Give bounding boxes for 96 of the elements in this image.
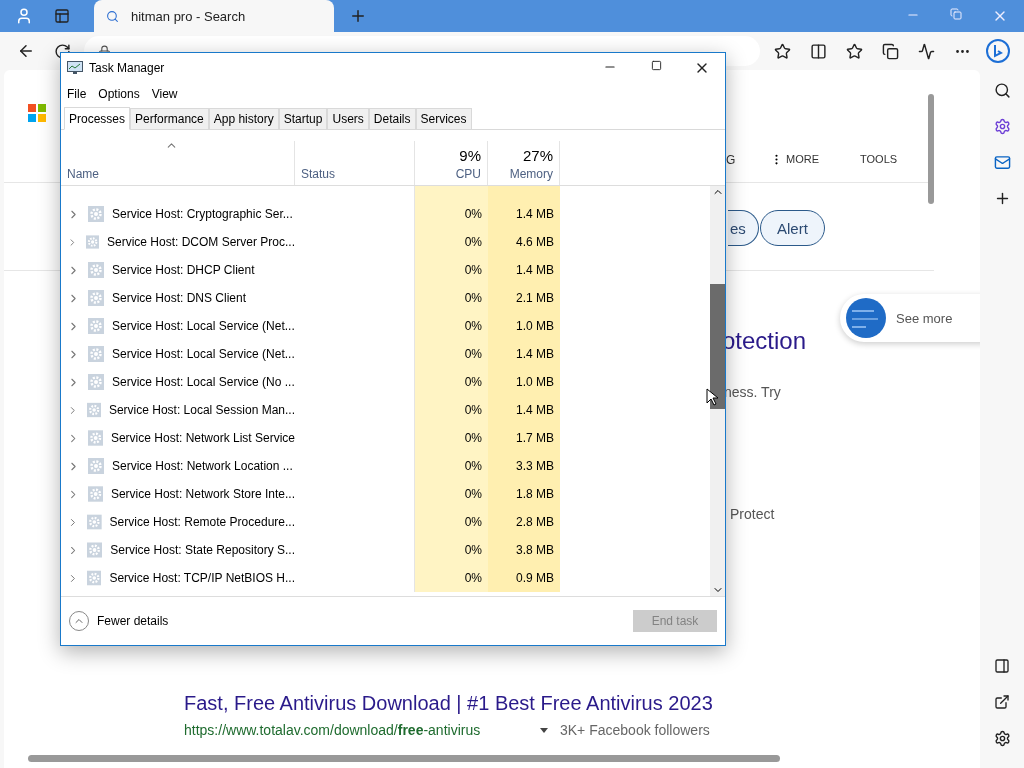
cpu-value: 0% [464,207,482,221]
process-name: Service Host: Remote Procedure... [109,515,295,529]
memory-value: 1.4 MB [516,207,554,221]
gear-icon [86,570,102,586]
process-name: Service Host: DCOM Server Proc... [106,235,295,249]
gear-icon [88,374,104,390]
cpu-value: 0% [464,543,482,557]
memory-value: 1.0 MB [516,319,554,333]
search-icon [106,9,119,23]
cpu-value: 0% [464,375,482,389]
column-header[interactable]: Status [301,167,336,181]
column-header[interactable]: Memory [509,167,553,181]
memory-value: 1.7 MB [516,431,554,445]
memory-value: 1.8 MB [516,487,554,501]
scrollbar[interactable] [928,94,934,204]
tab[interactable]: Details [368,108,416,129]
menu-item[interactable]: View [151,87,178,101]
snippet-text: Protect [730,506,775,522]
caret-icon[interactable] [540,728,548,734]
see-more-card[interactable]: See more [840,294,980,342]
cursor-icon [706,388,718,406]
result-title[interactable]: Fast, Free Antivirus Download | #1 Best Free Antivirus 2023 [184,692,713,715]
copilot-icon[interactable] [984,37,1012,65]
browser-tab[interactable]: hitman pro - Search [94,0,334,32]
tab[interactable]: App history [208,108,279,129]
nav-tab[interactable]: TOOLS [860,153,898,165]
gear-icon [87,542,103,558]
process-name: Service Host: DNS Client [112,291,247,305]
fewer-details-link[interactable]: Fewer details [69,611,169,631]
cpu-value: 0% [464,487,482,501]
memory-value: 1.0 MB [516,375,554,389]
cpu-value: 0% [464,431,482,445]
memory-value: 1.4 MB [516,403,554,417]
gear-icon [88,458,104,474]
menu-item[interactable]: Options [98,87,140,101]
gear-icon [87,430,103,446]
scrollbar-thumb[interactable] [710,283,725,409]
restore-icon[interactable] [950,8,962,20]
cpu-total: 9% [459,147,481,164]
gear-icon [88,262,104,278]
cpu-value: 0% [464,459,482,473]
memory-value: 3.3 MB [516,459,554,473]
menu-item[interactable]: File [67,87,87,101]
cpu-value: 0% [464,403,482,417]
gear-icon [87,486,103,502]
gear-icon [88,318,104,334]
gear-icon [88,206,104,222]
memory-total: 27% [522,147,553,164]
memory-value: 1.4 MB [516,263,554,277]
nav-tab[interactable]: G [726,153,736,167]
process-name: Service Host: Network List Service [110,431,295,445]
result-heading[interactable]: otection [722,327,807,355]
cpu-value: 0% [464,291,482,305]
process-name: Service Host: Local Session Man... [108,403,295,417]
cpu-value: 0% [464,515,482,529]
process-name: Service Host: Local Service (Net... [112,347,295,361]
process-name: Service Host: Local Service (Net... [112,319,295,333]
tab[interactable]: Users [327,108,369,129]
gear-icon [86,514,102,530]
result-url[interactable]: https://www.totalav.com/download/free-antivirus [184,722,481,738]
cpu-value: 0% [464,347,482,361]
cpu-value: 0% [464,235,482,249]
process-name: Service Host: Local Service (No ... [112,375,295,389]
process-name: Service Host: State Repository S... [110,543,295,557]
process-name: Service Host: TCP/IP NetBIOS H... [109,571,295,585]
memory-value: 2.1 MB [516,291,554,305]
process-name: Service Host: Network Location ... [112,459,293,473]
process-name: Service Host: Network Store Inte... [110,487,295,501]
gear-icon [85,234,99,250]
nav-tab[interactable]: MORE [786,153,819,165]
memory-value: 4.6 MB [516,235,554,249]
filter-chip[interactable]: Alert [760,210,825,246]
memory-value: 1.4 MB [516,347,554,361]
tab[interactable]: Services [415,108,472,129]
cpu-value: 0% [464,571,482,585]
cpu-value: 0% [464,319,482,333]
gear-icon [88,346,104,362]
memory-value: 3.8 MB [516,543,554,557]
memory-value: 2.8 MB [516,515,554,529]
scrollbar[interactable] [28,755,780,762]
followers-text: 3K+ Facebook followers [560,722,710,738]
tab[interactable]: Processes [64,107,131,130]
filter-chip[interactable]: es [728,210,759,246]
gear-icon [88,290,104,306]
logo-icon [28,104,46,122]
gear-icon [86,402,101,418]
process-name: Service Host: DHCP Client [112,263,255,277]
window-title: Task Manager [89,61,165,75]
tab[interactable]: Startup [278,108,328,129]
column-header[interactable]: Name [67,167,99,181]
tab[interactable]: Performance [130,108,209,129]
monitor-icon [67,61,83,75]
process-name: Service Host: Cryptographic Ser... [112,207,293,221]
memory-value: 0.9 MB [516,571,554,585]
cpu-value: 0% [464,263,482,277]
column-header[interactable]: CPU [455,167,481,181]
